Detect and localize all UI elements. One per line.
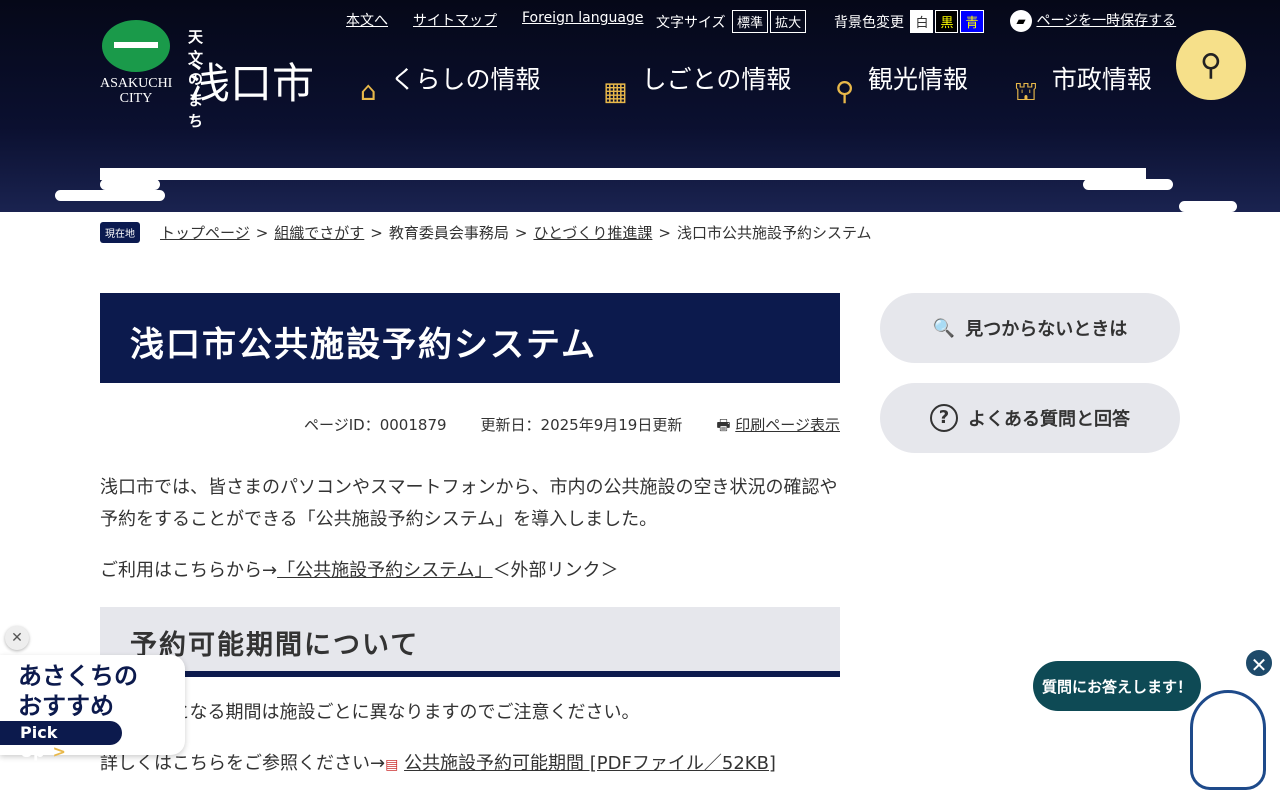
save-page-link[interactable]: ページを一時保存する — [1036, 13, 1176, 29]
cloud-decoration — [100, 168, 1146, 180]
breadcrumb-current: 浅口市公共施設予約システム — [677, 224, 872, 242]
period-note: 予約可能となる期間は施設ごとに異なりますのでご注意ください。 — [100, 702, 640, 723]
site-logo[interactable]: ASAKUCHI CITY 天文のまち 浅口市 — [100, 20, 314, 130]
site-header: ASAKUCHI CITY 天文のまち 浅口市 本文へ サイトマップ Forei… — [0, 0, 1280, 212]
printer-icon: 🖶 — [716, 416, 731, 434]
nav-tourism[interactable]: ⚲ 観光情報 — [835, 62, 968, 110]
chevron-right-icon: > — [52, 742, 66, 761]
font-size-label: 文字サイズ — [656, 15, 726, 31]
pickup-close-button[interactable]: ✕ — [5, 626, 29, 650]
bg-white-button[interactable]: 白 — [910, 10, 934, 33]
logo-city-name: 浅口市 — [188, 59, 315, 108]
font-size-standard-button[interactable]: 標準 — [732, 10, 769, 33]
folder-icon: ▰ — [1010, 10, 1032, 32]
faq-button[interactable]: ? よくある質問と回答 — [880, 383, 1180, 453]
pdf-prefix: 詳しくはこちらをご参照ください→ — [100, 753, 386, 774]
page-title: 浅口市公共施設予約システム — [100, 293, 840, 383]
document-search-icon: 🔍 — [932, 317, 956, 339]
print-link[interactable]: 印刷ページ表示 — [735, 416, 840, 434]
cloud-decoration — [1179, 201, 1237, 212]
not-found-button[interactable]: 🔍 見つからないときは — [880, 293, 1180, 363]
breadcrumb-link[interactable]: 組織でさがす — [274, 222, 364, 243]
bg-black-button[interactable]: 黒 — [935, 10, 959, 33]
nav-work[interactable]: ▦ しごとの情報 — [603, 62, 792, 110]
page-meta: ページID：0001879 更新日：2025年9月19日更新 🖶 印刷ページ表示 — [304, 414, 840, 440]
updated-date: 更新日：2025年9月19日更新 — [480, 416, 683, 434]
font-size-large-button[interactable]: 拡大 — [770, 10, 807, 33]
cloud-decoration — [100, 179, 160, 190]
pickup-banner[interactable]: あさくちの おすすめ Pick Up > — [0, 655, 185, 761]
breadcrumb: 現在地 トップページ > 組織でさがす > 教育委員会事務局 > ひとづくり推進課 > … — [100, 222, 872, 243]
current-location-badge: 現在地 — [100, 222, 140, 243]
pdf-icon: ▤ — [385, 757, 399, 773]
section-heading: 予約可能期間について — [100, 607, 840, 677]
nav-living[interactable]: ⌂ くらしの情報 — [360, 62, 541, 110]
foreign-language-link[interactable]: Foreign language — [522, 10, 643, 26]
pdf-link[interactable]: 公共施設予約可能期間 [PDFファイル／52KB] — [404, 753, 776, 774]
search-button[interactable]: ⚲ — [1176, 30, 1246, 100]
cloud-decoration — [55, 190, 165, 201]
sitemap-link[interactable]: サイトマップ — [413, 13, 497, 29]
nav-label: しごとの情報 — [641, 65, 792, 94]
building-icon: ▦ — [603, 77, 628, 107]
usage-text: ご利用はこちらから→「公共施設予約システム」＜外部リンク＞ — [100, 555, 840, 587]
bg-color-label: 背景色変更 — [834, 15, 904, 31]
pickup-button[interactable]: Pick Up > — [0, 721, 122, 761]
nav-label: 市政情報 — [1051, 65, 1152, 94]
city-emblem-icon — [102, 20, 170, 72]
mascot-chatbot-icon[interactable] — [1190, 690, 1266, 790]
usage-prefix: ご利用はこちらから→ — [100, 560, 278, 581]
logo-en: ASAKUCHI CITY — [100, 76, 173, 106]
intro-text: 浅口市では、皆さまのパソコンやスマートフォンから、市内の公共施設の空き状況の確認… — [100, 477, 838, 530]
breadcrumb-link[interactable]: ひとづくり推進課 — [533, 222, 652, 243]
house-icon: ⌂ — [360, 77, 377, 107]
chat-close-button[interactable]: ✕ — [1244, 648, 1274, 678]
pickup-title: あさくちの — [18, 662, 138, 690]
page-id: ページID：0001879 — [304, 416, 447, 434]
map-pin-icon: ⚲ — [835, 77, 855, 107]
cloud-decoration — [1083, 179, 1173, 190]
faq-label: よくある質問と回答 — [968, 409, 1130, 430]
reservation-system-link[interactable]: 「公共施設予約システム」 — [277, 560, 492, 581]
external-link-note: ＜外部リンク＞ — [492, 560, 619, 581]
pdf-text: 詳しくはこちらをご参照ください→▤ 公共施設予約可能期間 [PDFファイル／52… — [100, 748, 840, 781]
bg-blue-button[interactable]: 青 — [960, 10, 984, 33]
city-hall-icon: ⛫ — [1014, 77, 1038, 107]
breadcrumb-link[interactable]: トップページ — [160, 222, 250, 243]
nav-label: くらしの情報 — [390, 65, 541, 94]
not-found-label: 見つからないときは — [965, 319, 1128, 340]
breadcrumb-item: 教育委員会事務局 — [388, 224, 509, 242]
search-icon: ⚲ — [1200, 47, 1222, 83]
skip-to-content-link[interactable]: 本文へ — [346, 13, 388, 29]
question-icon: ? — [930, 404, 958, 432]
pickup-subtitle: おすすめ — [18, 692, 114, 720]
nav-city-admin[interactable]: ⛫ 市政情報 — [1014, 62, 1152, 110]
chat-bubble[interactable]: 質問にお答えします！ — [1033, 661, 1201, 711]
nav-label: 観光情報 — [868, 65, 969, 94]
